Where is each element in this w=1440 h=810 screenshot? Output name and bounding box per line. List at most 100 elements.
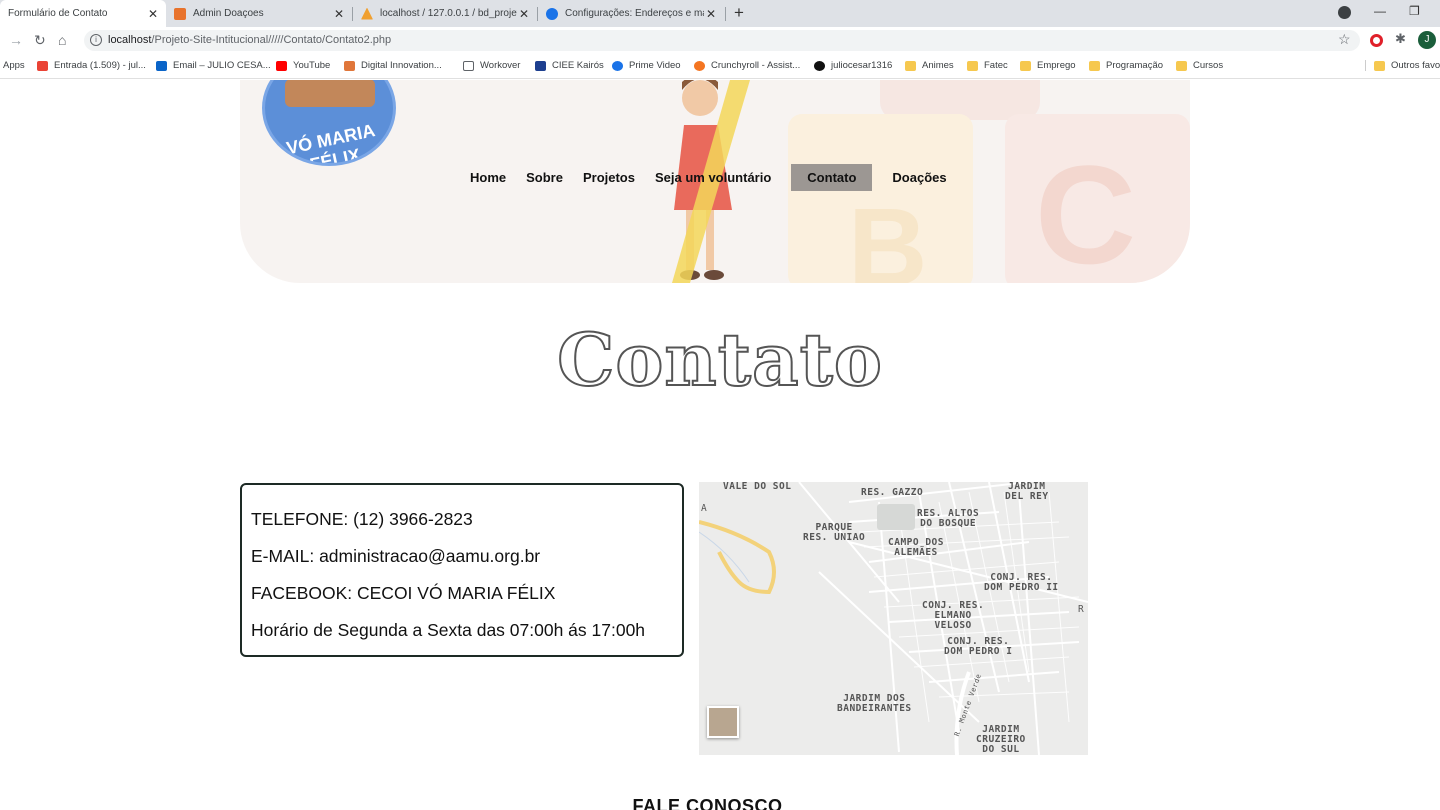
bookmark-crunchyroll[interactable]: Crunchyroll - Assist... — [694, 60, 800, 71]
site-logo[interactable]: VÓ MARIA FÉLIX — [262, 80, 396, 166]
restore-icon[interactable]: ❐ — [1409, 4, 1420, 18]
tab-formulario-contato[interactable]: Formulário de Contato ✕ — [0, 0, 166, 27]
logo-children-scene — [285, 80, 375, 107]
nav-home[interactable]: Home — [459, 164, 517, 191]
decor-block-c: C — [1005, 114, 1190, 283]
map-satellite-toggle[interactable] — [707, 706, 739, 738]
nav-doacoes[interactable]: Doações — [881, 164, 957, 191]
contact-facebook: FACEBOOK: CECOI VÓ MARIA FÉLIX — [251, 583, 556, 603]
outlook-icon — [156, 60, 167, 71]
tab-title: Configurações: Endereços e mais — [565, 8, 704, 19]
bookmark-folder-outros[interactable]: Outros favo — [1365, 60, 1440, 71]
map-label: RES. ALTOS DO BOSQUE — [917, 508, 980, 529]
bookmark-star-icon[interactable]: ☆ — [1338, 31, 1351, 48]
map-roads — [699, 482, 1088, 755]
favicon-icon — [174, 7, 186, 20]
bookmark-folder-cursos[interactable]: Cursos — [1176, 60, 1223, 71]
home-icon[interactable]: ⌂ — [58, 32, 66, 48]
tab-title: localhost / 127.0.0.1 / bd_projeto — [380, 8, 517, 19]
gmail-icon — [37, 60, 48, 71]
new-tab-button[interactable]: + — [734, 3, 744, 23]
map-label: CONJ. RES. DOM PEDRO I — [944, 636, 1013, 657]
main-nav: Home Sobre Projetos Seja um voluntário C… — [460, 164, 957, 191]
bookmark-label: juliocesar1316 — [831, 60, 893, 71]
bookmark-youtube[interactable]: YouTube — [276, 60, 330, 71]
bookmark-label: Prime Video — [629, 60, 681, 71]
logo-text: VÓ MARIA FÉLIX — [284, 120, 377, 166]
bookmark-github[interactable]: juliocesar1316 — [814, 60, 892, 71]
bookmark-gmail[interactable]: Entrada (1.509) - jul... — [37, 60, 146, 71]
decor-block-b: B — [788, 114, 973, 283]
dio-icon — [344, 60, 355, 71]
profile-avatar[interactable]: J — [1418, 31, 1436, 49]
map-label: PARQUE RES. UNIAO — [803, 522, 866, 543]
nav-sobre[interactable]: Sobre — [515, 164, 574, 191]
tab-configuracoes[interactable]: Configurações: Endereços e mais ✕ — [538, 0, 724, 27]
bookmark-label: Programação — [1106, 60, 1164, 71]
bookmark-label: Apps — [3, 60, 25, 71]
header-banner: B C VÓ MARIA FÉLIX Home Sobre Projetos S… — [240, 80, 1190, 283]
bookmark-folder-fatec[interactable]: Fatec — [967, 60, 1008, 71]
bookmark-label: YouTube — [293, 60, 331, 71]
decor-letter: B — [848, 186, 928, 283]
contact-hours: Horário de Segunda a Sexta das 07:00h ás… — [251, 620, 646, 640]
bookmark-digital-innovation[interactable]: Digital Innovation... — [344, 60, 442, 71]
tab-divider — [725, 7, 726, 21]
bookmark-outlook[interactable]: Email – JULIO CESA... — [156, 60, 271, 71]
bookmark-prime-video[interactable]: Prime Video — [612, 60, 681, 71]
map-label: VALE DO SOL — [723, 482, 792, 492]
tab-admin-doacoes[interactable]: Admin Doaçoes ✕ — [166, 0, 352, 27]
tab-search-icon[interactable] — [1338, 6, 1351, 19]
tab-phpmyadmin[interactable]: localhost / 127.0.0.1 / bd_projeto ✕ — [353, 0, 537, 27]
contact-email: E-MAIL: administracao@aamu.org.br — [251, 546, 541, 566]
folder-icon — [1089, 60, 1100, 71]
ciee-icon — [535, 60, 546, 71]
bookmark-workover[interactable]: Workover — [463, 60, 520, 71]
bookmark-apps[interactable]: Apps — [3, 60, 25, 71]
youtube-icon — [276, 60, 287, 71]
address-bar[interactable]: i localhost/Projeto-Site-Intitucional///… — [84, 30, 1360, 51]
map-label: A — [701, 503, 708, 514]
map-label: CAMPO DOS ALEMÃES — [888, 537, 944, 558]
folder-icon — [967, 60, 978, 71]
bookmark-label: Emprego — [1037, 60, 1076, 71]
bookmark-folder-programacao[interactable]: Programação — [1089, 60, 1163, 71]
folder-icon — [1020, 60, 1031, 71]
phpmyadmin-icon — [361, 7, 373, 20]
close-icon[interactable]: ✕ — [332, 7, 346, 21]
back-arrow-icon[interactable]: → — [9, 32, 23, 48]
map-label: JARDIM DOS BANDEIRANTES — [837, 693, 912, 714]
bookmark-ciee[interactable]: CIEE Kairós — [535, 60, 604, 71]
url-text: localhost/Projeto-Site-Intitucional/////… — [108, 34, 391, 46]
folder-icon — [1374, 60, 1385, 71]
embedded-map[interactable]: VALE DO SOL RES. GAZZO JARDIM DEL REY PA… — [699, 482, 1088, 755]
bookmark-folder-emprego[interactable]: Emprego — [1020, 60, 1076, 71]
opera-extension-icon[interactable] — [1370, 34, 1383, 47]
map-label: CONJ. RES. ELMANO VELOSO — [922, 600, 985, 631]
close-icon[interactable]: ✕ — [146, 7, 160, 21]
close-icon[interactable]: ✕ — [517, 7, 531, 21]
nav-contato[interactable]: Contato — [791, 164, 873, 191]
play-icon — [463, 60, 474, 71]
page-content: B C VÓ MARIA FÉLIX Home Sobre Projetos S… — [0, 80, 1440, 810]
prime-video-icon — [612, 60, 623, 71]
extensions-puzzle-icon[interactable]: ✱ — [1395, 31, 1406, 47]
close-icon[interactable]: ✕ — [704, 7, 718, 21]
reload-icon[interactable]: ↻ — [34, 32, 46, 49]
bookmark-folder-animes[interactable]: Animes — [905, 60, 954, 71]
folder-icon — [1176, 60, 1187, 71]
browser-toolbar: → ↻ ⌂ i localhost/Projeto-Site-Intitucio… — [0, 27, 1440, 54]
map-label: RES. GAZZO — [861, 487, 924, 498]
page-title: Contato — [556, 316, 883, 403]
bookmark-label: Cursos — [1193, 60, 1224, 71]
bookmark-label: Outros favo — [1391, 60, 1440, 71]
url-host: localhost — [108, 34, 152, 46]
map-label: CONJ. RES. DOM PEDRO II — [984, 572, 1059, 593]
info-icon[interactable]: i — [90, 34, 102, 46]
nav-projetos[interactable]: Projetos — [572, 164, 646, 191]
github-icon — [814, 60, 825, 71]
tab-title: Admin Doaçoes — [193, 8, 264, 19]
folder-icon — [905, 60, 916, 71]
nav-seja-voluntario[interactable]: Seja um voluntário — [644, 164, 782, 191]
minimize-icon[interactable]: — — [1374, 4, 1386, 18]
